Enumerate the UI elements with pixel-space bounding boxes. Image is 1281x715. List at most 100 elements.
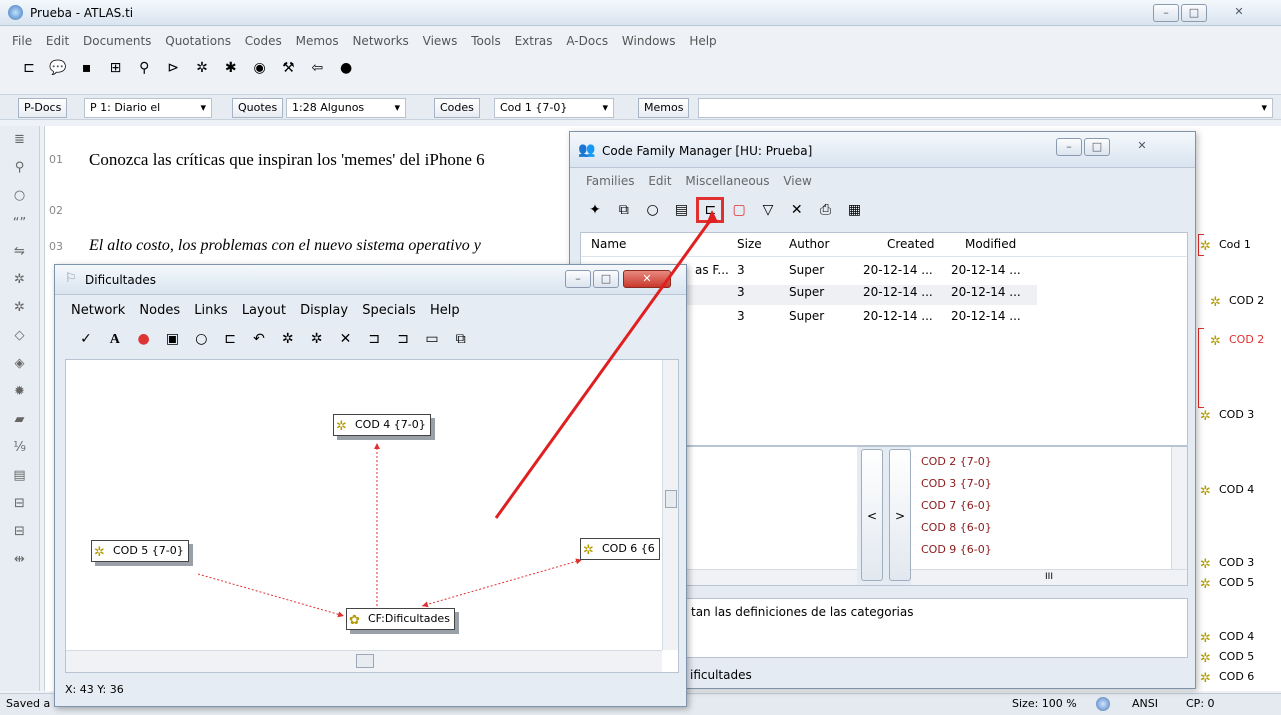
menu-extras[interactable]: Extras xyxy=(515,34,553,48)
open-icon[interactable]: ⊳ xyxy=(162,58,184,78)
gear-icon[interactable]: ✹ xyxy=(0,378,39,406)
menu-documents[interactable]: Documents xyxy=(83,34,151,48)
column-header-author[interactable]: Author xyxy=(789,233,829,255)
counter-icon[interactable]: ⅑ xyxy=(0,434,39,462)
quotation-icon[interactable]: ≣ xyxy=(0,126,39,154)
net-menu-network[interactable]: Network xyxy=(71,303,125,318)
menu-quotations[interactable]: Quotations xyxy=(165,34,231,48)
main-close-button[interactable]: ✕ xyxy=(1209,4,1269,22)
query-icon[interactable]: ✲ xyxy=(191,58,213,78)
network-icon[interactable]: ⊏ xyxy=(696,197,725,223)
margin-code[interactable]: ✲ Cod 1 xyxy=(1200,238,1251,254)
code-list-icon[interactable]: ◇ xyxy=(0,322,39,350)
marker-icon[interactable]: ▰ xyxy=(0,406,39,434)
column-header-modified[interactable]: Modified xyxy=(965,233,1016,255)
quotes-label-button[interactable]: Quotes xyxy=(232,98,284,118)
net-menu-specials[interactable]: Specials xyxy=(362,303,416,318)
save-icon[interactable]: ▪ xyxy=(76,58,98,78)
scroll-thumb[interactable] xyxy=(356,654,374,668)
wrench-icon[interactable]: ⚒ xyxy=(277,58,299,78)
red-square-icon[interactable]: ▢ xyxy=(728,200,750,220)
quote-marks-icon[interactable]: “” xyxy=(0,210,39,238)
menu-file[interactable]: File xyxy=(12,34,32,48)
grid-view-icon[interactable]: ▦ xyxy=(843,200,865,220)
net-menu-help[interactable]: Help xyxy=(430,303,460,318)
unlink-icon[interactable]: ⊐ xyxy=(392,329,414,349)
print-icon[interactable]: ⎙ xyxy=(815,200,837,220)
layout-icon[interactable]: ⊞ xyxy=(104,58,126,78)
delete-icon[interactable]: ✕ xyxy=(786,200,808,220)
link-nodes-icon[interactable]: ⊐ xyxy=(363,329,385,349)
codes-label-button[interactable]: Codes xyxy=(434,98,480,118)
move-left-button[interactable]: < xyxy=(861,449,883,581)
network-minimize-button[interactable]: – xyxy=(565,270,591,288)
network-canvas[interactable]: ✲ COD 4 {7-0} ✲ COD 5 {7-0} ✲ COD 6 {6 ✿ CF:… xyxy=(65,359,679,673)
menu-memos[interactable]: Memos xyxy=(296,34,339,48)
bomb-icon[interactable]: ● xyxy=(335,58,357,78)
xml-icon[interactable]: ◉ xyxy=(249,58,271,78)
diamond-icon[interactable]: ◈ xyxy=(0,350,39,378)
margin-code[interactable]: ✲ COD 2 xyxy=(1210,333,1264,349)
column-header-name[interactable]: Name xyxy=(591,233,626,255)
coding-icon[interactable]: ✱ xyxy=(220,58,242,78)
code-in-vivo-icon[interactable]: ✲ xyxy=(0,266,39,294)
comment-icon[interactable]: ○ xyxy=(642,200,664,220)
cfm-minimize-button[interactable]: – xyxy=(1056,138,1082,156)
network-horizontal-scrollbar[interactable] xyxy=(66,650,662,672)
menu-help[interactable]: Help xyxy=(689,34,716,48)
cfm-menu-view[interactable]: View xyxy=(783,174,811,188)
node-cod4[interactable]: ✲ COD 4 {7-0} xyxy=(333,414,431,436)
network-icon[interactable]: ⊏ xyxy=(219,329,241,349)
member-horizontal-scrollbar[interactable]: III xyxy=(911,569,1187,585)
network-vertical-scrollbar[interactable] xyxy=(662,360,678,650)
margin-code[interactable]: ✲ COD 6 xyxy=(1200,670,1254,686)
column-header-created[interactable]: Created xyxy=(887,233,935,255)
quotes-dropdown[interactable]: 1:28 Algunos ▾ xyxy=(286,98,406,118)
menu-edit[interactable]: Edit xyxy=(46,34,69,48)
undo-icon[interactable]: ↶ xyxy=(248,329,270,349)
select-all-icon[interactable]: ✲ xyxy=(306,329,328,349)
list-item[interactable]: COD 2 {7-0} xyxy=(921,451,992,473)
net-menu-layout[interactable]: Layout xyxy=(242,303,286,318)
merge-icon[interactable]: ⊟ xyxy=(0,518,39,546)
margin-code[interactable]: ✲ COD 4 xyxy=(1200,483,1254,499)
list-item[interactable]: COD 9 {6-0} xyxy=(921,539,992,561)
margin-code[interactable]: ✲ COD 3 xyxy=(1200,556,1254,572)
scroll-thumb[interactable] xyxy=(665,490,677,508)
node-cod5[interactable]: ✲ COD 5 {7-0} xyxy=(91,540,189,562)
split-icon[interactable]: ⊟ xyxy=(0,490,39,518)
cfm-menu-miscellaneous[interactable]: Miscellaneous xyxy=(685,174,769,188)
select-nodes-icon[interactable]: ✲ xyxy=(277,329,299,349)
margin-code[interactable]: ✲ COD 3 xyxy=(1200,408,1254,424)
comment-icon[interactable]: ○ xyxy=(190,329,212,349)
pdocs-label-button[interactable]: P-Docs xyxy=(18,98,68,118)
menu-codes[interactable]: Codes xyxy=(245,34,282,48)
net-menu-links[interactable]: Links xyxy=(194,303,227,318)
column-header-size[interactable]: Size xyxy=(737,233,762,255)
node-code-family[interactable]: ✿ CF:Dificultades xyxy=(346,608,455,630)
document-icon[interactable]: ▤ xyxy=(0,462,39,490)
color-fill-icon[interactable]: ▣ xyxy=(161,329,183,349)
cfm-menu-families[interactable]: Families xyxy=(586,174,634,188)
menu-views[interactable]: Views xyxy=(423,34,458,48)
list-item[interactable]: COD 7 {6-0} xyxy=(921,495,992,517)
menu-a-docs[interactable]: A-Docs xyxy=(566,34,608,48)
menu-networks[interactable]: Networks xyxy=(352,34,408,48)
binoculars-icon[interactable]: ⚲ xyxy=(133,58,155,78)
align-icon[interactable]: ⇹ xyxy=(0,546,39,574)
memos-dropdown[interactable]: ▾ xyxy=(698,98,1273,118)
network-maximize-button[interactable]: □ xyxy=(593,270,619,288)
list-item[interactable]: COD 3 {7-0} xyxy=(921,473,992,495)
new-family-icon[interactable]: ✦ xyxy=(584,200,606,220)
collapse-icon[interactable]: ▭ xyxy=(421,329,443,349)
copy-icon[interactable]: ⧉ xyxy=(613,200,635,220)
cfm-maximize-button[interactable]: □ xyxy=(1084,138,1110,156)
memos-label-button[interactable]: Memos xyxy=(638,98,690,118)
margin-code[interactable]: ✲ COD 5 xyxy=(1200,650,1254,666)
font-icon[interactable]: A xyxy=(104,330,126,350)
open-coding-icon[interactable]: ✲ xyxy=(0,294,39,322)
member-vertical-scrollbar[interactable] xyxy=(1171,447,1187,569)
copy-icon[interactable]: ⧉ xyxy=(450,329,472,349)
net-menu-nodes[interactable]: Nodes xyxy=(139,303,180,318)
link-icon[interactable]: ⇋ xyxy=(0,238,39,266)
